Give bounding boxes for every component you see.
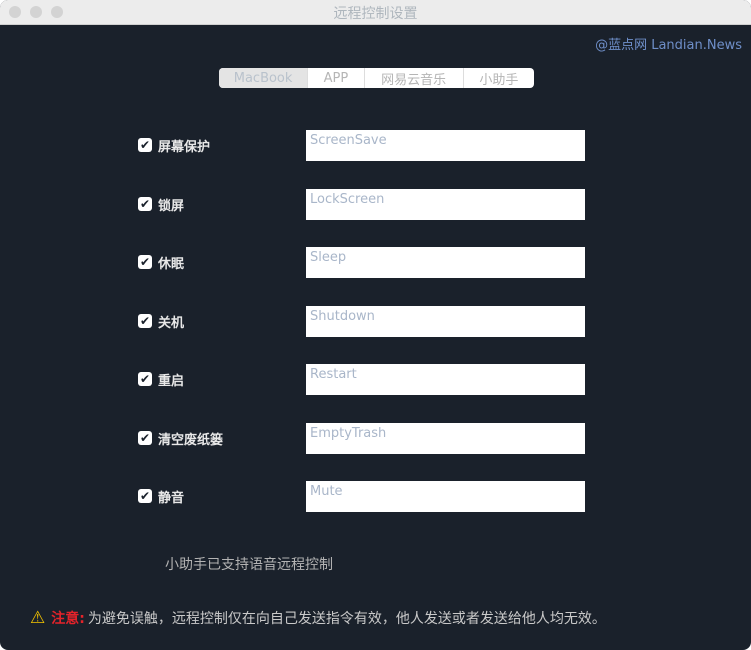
command-keyword-placeholder: Restart bbox=[310, 367, 357, 382]
warning-text: 为避免误触，远程控制仅在向自己发送指令有效，他人发送或者发送给他人均无效。 bbox=[87, 611, 606, 627]
window-title: 远程控制设置 bbox=[333, 6, 418, 22]
watermark: @蓝点网 Landian.News bbox=[595, 38, 742, 53]
command-keyword-placeholder: ScreenSave bbox=[310, 133, 387, 148]
enable-checkbox[interactable]: ✔ bbox=[138, 197, 152, 211]
command-keyword-input[interactable]: Sleep bbox=[306, 247, 585, 278]
enable-checkbox[interactable]: ✔ bbox=[138, 138, 152, 152]
title-bar: 远程控制设置 bbox=[0, 0, 751, 25]
command-keyword-placeholder: Sleep bbox=[310, 250, 347, 265]
command-row: ✔ 静音 Mute bbox=[138, 481, 588, 512]
enable-checkbox[interactable]: ✔ bbox=[138, 489, 152, 503]
command-label: 关机 bbox=[158, 316, 185, 331]
command-row: ✔ 关机 Shutdown bbox=[138, 306, 588, 337]
command-keyword-placeholder: LockScreen bbox=[310, 192, 385, 207]
command-keyword-input[interactable]: Shutdown bbox=[306, 306, 585, 337]
warning-title: 注意: bbox=[51, 611, 85, 627]
command-row: ✔ 锁屏 LockScreen bbox=[138, 189, 588, 220]
assistant-voice-note: 小助手已支持语音远程控制 bbox=[165, 557, 333, 573]
command-keyword-input[interactable]: Mute bbox=[306, 481, 585, 512]
settings-window: 远程控制设置 @蓝点网 Landian.News MacBook APP 网易云… bbox=[0, 0, 751, 650]
segmented-tabs: MacBook APP 网易云音乐 小助手 bbox=[219, 68, 534, 88]
command-label: 重启 bbox=[158, 374, 185, 389]
tab-app[interactable]: APP bbox=[308, 68, 365, 88]
command-label: 清空废纸篓 bbox=[158, 433, 224, 448]
command-keyword-placeholder: Shutdown bbox=[310, 309, 375, 324]
command-keyword-placeholder: EmptyTrash bbox=[310, 426, 387, 441]
warning-icon: ⚠ bbox=[30, 608, 46, 628]
command-label: 休眠 bbox=[158, 257, 185, 272]
command-row: ✔ 屏幕保护 ScreenSave bbox=[138, 130, 588, 161]
enable-checkbox[interactable]: ✔ bbox=[138, 255, 152, 269]
tab-assistant[interactable]: 小助手 bbox=[464, 68, 534, 88]
command-keyword-placeholder: Mute bbox=[310, 484, 343, 499]
command-label: 锁屏 bbox=[158, 199, 185, 214]
tab-macbook[interactable]: MacBook bbox=[219, 68, 309, 88]
command-keyword-input[interactable]: Restart bbox=[306, 364, 585, 395]
command-row: ✔ 清空废纸篓 EmptyTrash bbox=[138, 423, 588, 454]
enable-checkbox[interactable]: ✔ bbox=[138, 431, 152, 445]
command-row: ✔ 重启 Restart bbox=[138, 364, 588, 395]
command-keyword-input[interactable]: EmptyTrash bbox=[306, 423, 585, 454]
enable-checkbox[interactable]: ✔ bbox=[138, 314, 152, 328]
command-keyword-input[interactable]: LockScreen bbox=[306, 189, 585, 220]
command-label: 静音 bbox=[158, 491, 185, 506]
command-keyword-input[interactable]: ScreenSave bbox=[306, 130, 585, 161]
tab-netease-music[interactable]: 网易云音乐 bbox=[365, 68, 464, 88]
command-row: ✔ 休眠 Sleep bbox=[138, 247, 588, 278]
command-label: 屏幕保护 bbox=[158, 140, 211, 155]
enable-checkbox[interactable]: ✔ bbox=[138, 372, 152, 386]
warning-message: ⚠ 注意: 为避免误触，远程控制仅在向自己发送指令有效，他人发送或者发送给他人均… bbox=[30, 608, 606, 628]
